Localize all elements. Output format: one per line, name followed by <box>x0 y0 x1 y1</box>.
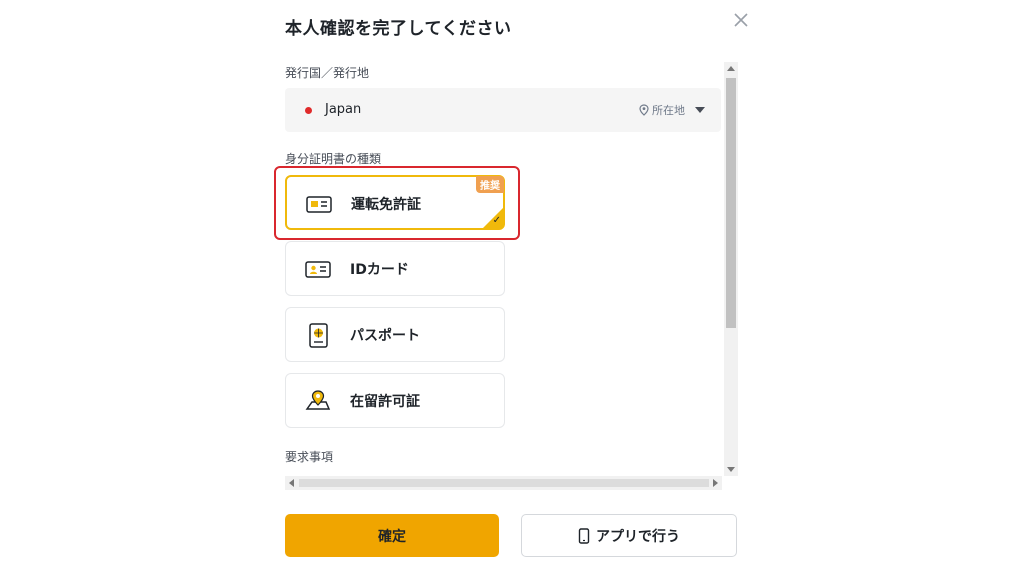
close-icon[interactable] <box>731 10 751 30</box>
confirm-button-label: 確定 <box>378 528 406 545</box>
japan-flag-icon <box>305 107 312 114</box>
issuing-country-label: 発行国／発行地 <box>285 66 370 80</box>
residence-permit-icon <box>304 389 332 413</box>
id-option-label: パスポート <box>350 328 420 344</box>
confirm-button[interactable]: 確定 <box>285 514 499 557</box>
id-option-residence-permit[interactable]: 在留許可証 <box>285 373 505 428</box>
location-tag-label: 所在地 <box>652 104 685 117</box>
country-value: Japan <box>325 102 362 117</box>
horizontal-scrollbar-thumb[interactable] <box>299 479 709 487</box>
scroll-left-icon[interactable] <box>289 479 294 487</box>
id-type-label: 身分証明書の種類 <box>285 152 382 166</box>
selection-highlight <box>274 166 520 240</box>
id-card-icon <box>304 257 332 281</box>
passport-icon <box>304 323 332 348</box>
id-option-label: IDカード <box>350 262 409 278</box>
mobile-phone-icon <box>578 527 590 544</box>
location-pin-icon <box>639 104 649 116</box>
scroll-up-icon[interactable] <box>727 66 735 71</box>
location-tag: 所在地 <box>639 102 685 118</box>
scroll-down-icon[interactable] <box>727 467 735 472</box>
use-app-button-label: アプリで行う <box>596 528 680 545</box>
chevron-down-icon <box>695 107 705 113</box>
id-option-label: 在留許可証 <box>350 394 420 410</box>
use-app-button[interactable]: アプリで行う <box>521 514 737 557</box>
dialog-title: 本人確認を完了してください <box>285 19 512 39</box>
id-option-id-card[interactable]: IDカード <box>285 241 505 296</box>
id-option-passport[interactable]: パスポート <box>285 307 505 362</box>
scrollbar-thumb[interactable] <box>726 78 736 328</box>
form-scroll-area[interactable]: 発行国／発行地 Japan 所在地 身分証明書の種類 運転免許証 推奨 ✓ ID… <box>285 60 738 490</box>
vertical-scrollbar[interactable] <box>724 62 738 476</box>
scroll-right-icon[interactable] <box>713 479 718 487</box>
requirements-label: 要求事項 <box>285 450 334 464</box>
country-select[interactable]: Japan 所在地 <box>285 88 721 132</box>
horizontal-scrollbar[interactable] <box>285 476 722 490</box>
